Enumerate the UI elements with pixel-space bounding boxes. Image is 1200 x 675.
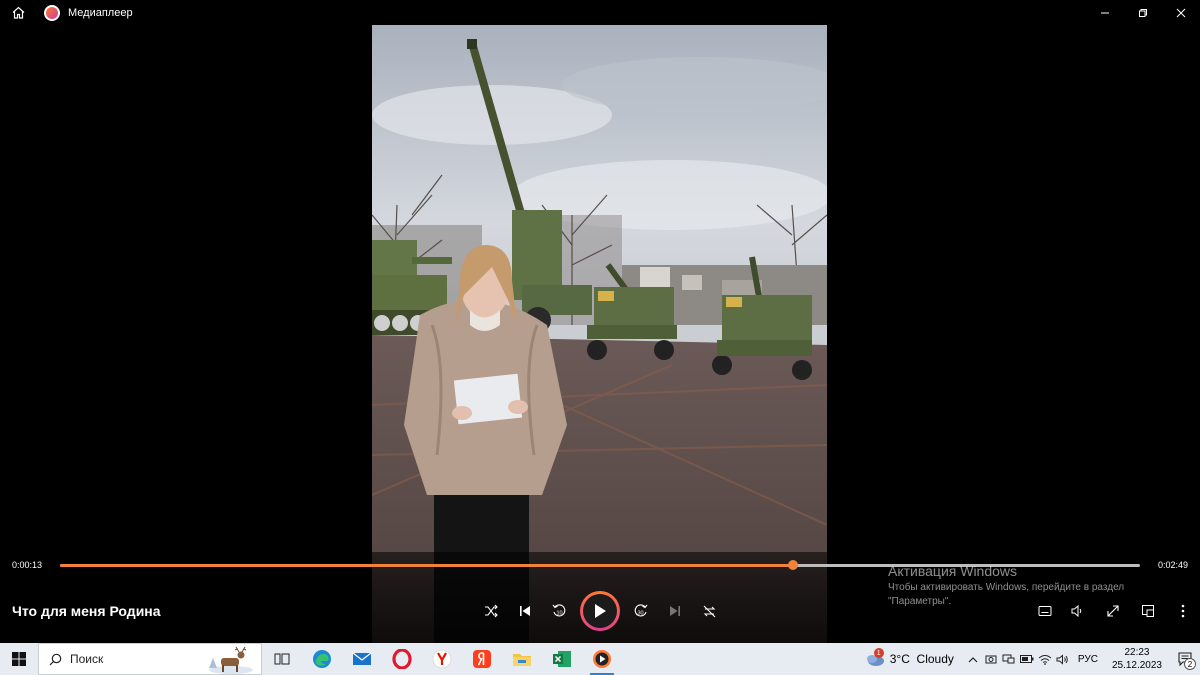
home-icon — [12, 6, 24, 19]
svg-text:10: 10 — [557, 611, 563, 617]
play-icon — [595, 604, 606, 618]
cloud-icon: 1 — [864, 648, 886, 668]
clock-time: 22:23 — [1124, 647, 1150, 658]
taskbar-app-file-explorer[interactable] — [502, 643, 542, 675]
tray-camera-button[interactable] — [982, 643, 1000, 675]
taskbar-search-box[interactable]: Поиск — [38, 643, 262, 675]
camera-icon — [985, 655, 997, 664]
media-player-app-icon — [44, 4, 60, 21]
taskbar-app-mail[interactable] — [342, 643, 382, 675]
media-title: Что для меня Родина — [12, 603, 161, 619]
weather-alert-badge: 1 — [873, 648, 884, 658]
close-icon — [1176, 8, 1186, 17]
play-button-inner — [583, 594, 617, 628]
edge-icon — [313, 650, 331, 668]
weather-text: 3°C Cloudy — [889, 652, 954, 666]
forward-30-icon: 30 — [634, 604, 648, 617]
window-controls — [1086, 0, 1200, 25]
chevron-up-icon — [968, 656, 978, 662]
search-highlight-reindeer-icon — [209, 646, 253, 674]
taskbar-clock[interactable]: 22:23 25.12.2023 — [1112, 646, 1162, 672]
taskbar-app-media-player[interactable] — [582, 643, 622, 675]
mail-icon — [352, 652, 372, 665]
rewind-10-button[interactable]: 10 — [548, 600, 570, 622]
rewind-10-icon: 10 — [552, 604, 566, 617]
search-placeholder: Поиск — [70, 652, 104, 666]
play-button[interactable] — [580, 591, 620, 631]
minimize-button[interactable] — [1086, 0, 1124, 25]
restore-icon — [1139, 8, 1147, 17]
previous-button[interactable] — [514, 600, 536, 622]
video-frame[interactable] — [372, 25, 827, 643]
forward-30-button[interactable]: 30 — [630, 600, 652, 622]
video-scene — [372, 25, 827, 643]
activation-watermark-title: Активация Windows — [888, 563, 1018, 579]
skip-next-icon — [670, 606, 680, 616]
yandex-icon — [473, 650, 491, 668]
opera-icon — [392, 649, 412, 669]
svg-text:30: 30 — [638, 611, 644, 617]
seek-bar-progress — [60, 564, 794, 567]
input-language[interactable]: РУС — [1078, 654, 1098, 665]
speaker-icon — [1056, 653, 1069, 665]
tray-wifi-button[interactable] — [1036, 643, 1054, 675]
taskbar: Поиск 1 3°C Cloudy РУС 22:23 25.12.2023 … — [0, 643, 1200, 675]
task-view-icon — [274, 653, 290, 665]
activation-watermark: Активация Windows Чтобы активировать Win… — [888, 563, 1188, 609]
shuffle-button[interactable] — [480, 600, 502, 622]
taskbar-app-edge[interactable] — [302, 643, 342, 675]
restore-button[interactable] — [1124, 0, 1162, 25]
shuffle-icon — [485, 604, 498, 618]
minimize-icon — [1101, 12, 1109, 13]
windows-logo-icon — [12, 652, 26, 666]
current-time: 0:00:13 — [12, 560, 43, 570]
display-icon — [1002, 654, 1015, 663]
window-title: Медиаплеер — [68, 6, 133, 19]
activation-watermark-text: Чтобы активировать Windows, перейдите в … — [888, 582, 1125, 607]
start-button[interactable] — [0, 643, 38, 675]
repeat-off-icon — [703, 605, 715, 617]
system-tray: 1 3°C Cloudy РУС 22:23 25.12.2023 2 — [864, 643, 1200, 675]
excel-icon — [553, 651, 571, 667]
battery-icon — [1019, 655, 1034, 663]
yandex-browser-icon — [432, 649, 452, 669]
task-view-button[interactable] — [262, 643, 302, 675]
show-hidden-icons-button[interactable] — [964, 643, 982, 675]
taskbar-app-excel[interactable] — [542, 643, 582, 675]
notification-count-badge: 2 — [1184, 658, 1196, 670]
clock-date: 25.12.2023 — [1111, 660, 1162, 671]
weather-widget[interactable]: 1 3°C Cloudy — [864, 648, 954, 668]
taskbar-app-yandex[interactable] — [462, 643, 502, 675]
tray-battery-button[interactable] — [1018, 643, 1036, 675]
search-icon — [49, 653, 62, 665]
title-bar: Медиаплеер — [0, 0, 1200, 25]
repeat-off-button[interactable] — [698, 600, 720, 622]
media-player-icon — [593, 650, 611, 668]
tray-volume-button[interactable] — [1054, 643, 1072, 675]
folder-icon — [513, 654, 531, 666]
skip-previous-icon — [520, 606, 530, 616]
taskbar-app-opera[interactable] — [382, 643, 422, 675]
next-button[interactable] — [664, 600, 686, 622]
taskbar-app-yandex-browser[interactable] — [422, 643, 462, 675]
tray-display-button[interactable] — [1000, 643, 1018, 675]
notifications-button[interactable]: 2 — [1170, 643, 1200, 675]
close-button[interactable] — [1162, 0, 1200, 25]
home-button[interactable] — [0, 0, 36, 25]
wifi-icon — [1038, 654, 1052, 665]
